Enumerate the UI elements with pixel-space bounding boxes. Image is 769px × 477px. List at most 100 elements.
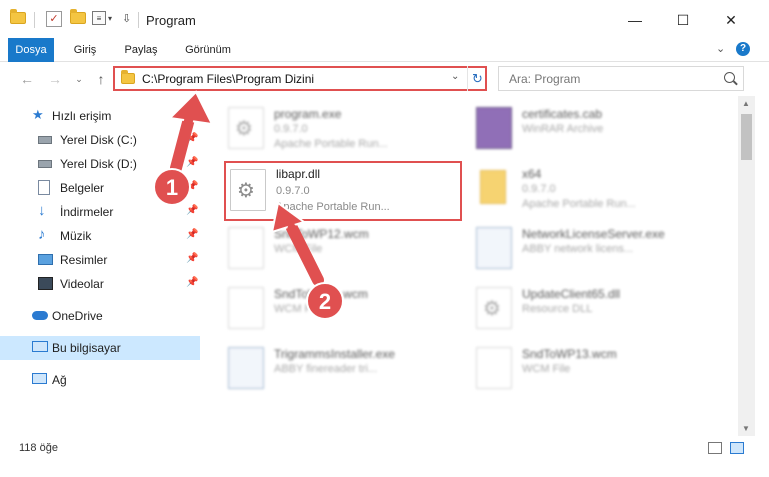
pin-icon[interactable]: 📌 — [186, 133, 198, 144]
video-icon — [38, 277, 53, 290]
folder-icon — [121, 70, 135, 84]
ribbon-tabs: Dosya Giriş Paylaş Görünüm ⌄ ? — [0, 38, 769, 62]
file-description: ABBY finereader tri... — [274, 363, 378, 375]
sidebar-item-indirmeler[interactable]: ↓ İndirmeler 📌 — [0, 200, 200, 224]
sidebar-item-resimler[interactable]: Resimler 📌 — [0, 248, 200, 272]
file-item[interactable]: TrigrammsInstaller.exe ABBY finereader t… — [210, 342, 450, 402]
status-bar: 118 öğe — [0, 436, 769, 460]
download-icon: ↓ — [38, 202, 46, 219]
vertical-scrollbar[interactable]: ▲ ▼ — [738, 96, 755, 436]
file-icon — [476, 347, 512, 389]
search-placeholder[interactable]: Ara: Program — [509, 72, 580, 86]
sidebar-item-muzik[interactable]: ♪ Müzik 📌 — [0, 224, 200, 248]
star-icon: ★ — [32, 107, 44, 122]
file-type: WCM File — [274, 243, 323, 255]
up-arrow-icon[interactable]: ↑ — [92, 70, 110, 88]
sidebar-item-label: Müzik — [60, 229, 92, 243]
separator — [34, 12, 35, 28]
window-icon — [476, 227, 512, 269]
folder-icon — [480, 170, 506, 204]
file-description: Apache Portable Run... — [276, 201, 390, 213]
file-item[interactable]: x64 0.9.7.0 Apache Portable Run... — [458, 162, 698, 222]
file-name: SndToWP12.wcm — [274, 227, 369, 241]
file-icon — [228, 227, 264, 269]
recent-locations-icon[interactable]: ⌄ — [70, 70, 88, 88]
minimize-button[interactable]: — — [620, 8, 650, 32]
window-title: Program — [146, 13, 196, 28]
sidebar-item-videolar[interactable]: Videolar 📌 — [0, 272, 200, 296]
file-icon — [228, 287, 264, 329]
file-description: Apache Portable Run... — [274, 138, 388, 150]
large-icons-view-icon[interactable] — [730, 442, 744, 454]
file-item-libapr[interactable]: libapr.dll 0.9.7.0 Apache Portable Run..… — [224, 161, 462, 221]
sidebar-item-label: Belgeler — [60, 181, 105, 195]
close-button[interactable]: ✕ — [716, 8, 746, 32]
scroll-down-arrow-icon[interactable]: ▼ — [742, 424, 750, 433]
documents-icon — [38, 180, 50, 195]
navigation-pane: ★ Hızlı erişim Yerel Disk (C:) 📌 Yerel D… — [0, 100, 204, 430]
sidebar-item-label: Resimler — [60, 253, 108, 267]
customize-toolbar-icon[interactable]: ⇩ — [122, 12, 131, 25]
file-item[interactable]: certificates.cab WinRAR Archive — [458, 102, 698, 162]
sidebar-item-disk-d[interactable]: Yerel Disk (D:) 📌 — [0, 152, 200, 176]
pin-icon[interactable]: 📌 — [186, 253, 198, 264]
sidebar-item-label: Ağ — [52, 373, 67, 387]
sidebar-item-disk-c[interactable]: Yerel Disk (C:) 📌 — [0, 128, 200, 152]
archive-icon — [476, 107, 512, 149]
sidebar-item-ag[interactable]: Ağ — [0, 368, 200, 392]
sidebar-item-label: Yerel Disk (D:) — [60, 157, 137, 171]
search-box[interactable]: Ara: Program — [498, 66, 744, 91]
file-item[interactable]: program.exe 0.9.7.0 Apache Portable Run.… — [210, 102, 450, 162]
file-version: 0.9.7.0 — [522, 183, 556, 195]
details-view-icon[interactable] — [708, 442, 722, 454]
pin-icon[interactable]: 📌 — [186, 205, 198, 216]
scroll-thumb[interactable] — [741, 114, 752, 160]
forward-arrow-icon[interactable]: → — [46, 70, 64, 88]
search-icon[interactable] — [724, 72, 735, 83]
maximize-button[interactable]: ☐ — [668, 8, 698, 32]
sidebar-item-quick-access[interactable]: ★ Hızlı erişim — [0, 104, 200, 128]
file-version: 0.9.7.0 — [274, 123, 308, 135]
sidebar-item-label: Yerel Disk (C:) — [60, 133, 137, 147]
file-item[interactable]: UpdateClient65.dll Resource DLL — [458, 282, 698, 342]
pictures-icon — [38, 254, 53, 265]
pin-icon[interactable]: 📌 — [186, 181, 198, 192]
folder-icon — [10, 9, 26, 24]
tab-dosya[interactable]: Dosya — [8, 38, 54, 62]
separator — [138, 12, 139, 28]
file-item[interactable]: SndToWP12.wcm WCM File — [210, 222, 450, 282]
file-type: Resource DLL — [522, 303, 593, 315]
dropdown-arrow-icon[interactable]: ▾ — [108, 14, 112, 23]
pin-icon[interactable]: 📌 — [186, 277, 198, 288]
sidebar-item-bu-bilgisayar[interactable]: Bu bilgisayar — [0, 336, 200, 360]
properties-icon[interactable]: ✓ — [46, 11, 62, 27]
address-text[interactable]: C:\Program Files\Program Dizini — [142, 72, 314, 86]
music-icon: ♪ — [38, 226, 46, 243]
tab-paylas[interactable]: Paylaş — [118, 38, 164, 62]
help-icon[interactable]: ? — [736, 42, 750, 56]
file-version: 0.9.7.0 — [276, 185, 310, 197]
tab-giris[interactable]: Giriş — [66, 38, 104, 62]
scroll-up-arrow-icon[interactable]: ▲ — [742, 99, 750, 108]
file-type: WCM File — [274, 303, 323, 315]
network-icon — [32, 373, 47, 384]
pin-icon[interactable]: 📌 — [186, 157, 198, 168]
file-item[interactable]: SndToWP11.wcm WCM File — [210, 282, 450, 342]
file-item[interactable]: NetworkLicenseServer.exe ABBY network li… — [458, 222, 698, 282]
file-name: SndToWP13.wcm — [522, 347, 617, 361]
file-item[interactable]: SndToWP13.wcm WCM File — [458, 342, 698, 402]
address-bar[interactable]: C:\Program Files\Program Dizini ⌄ ↻ — [113, 66, 487, 91]
new-folder-icon[interactable] — [70, 9, 86, 24]
view-menu-icon[interactable]: ≡ — [92, 11, 106, 25]
refresh-icon[interactable]: ↻ — [467, 66, 487, 91]
sidebar-item-onedrive[interactable]: OneDrive — [0, 304, 200, 328]
tab-gorunum[interactable]: Görünüm — [178, 38, 238, 62]
sidebar-item-label: OneDrive — [52, 309, 103, 323]
item-count: 118 öğe — [19, 442, 58, 454]
sidebar-item-label: Hızlı erişim — [52, 109, 112, 123]
address-dropdown-icon[interactable]: ⌄ — [451, 71, 459, 82]
sidebar-item-belgeler[interactable]: Belgeler 📌 — [0, 176, 200, 200]
pin-icon[interactable]: 📌 — [186, 229, 198, 240]
ribbon-expand-icon[interactable]: ⌄ — [716, 42, 725, 55]
back-arrow-icon[interactable]: ← — [18, 70, 36, 88]
